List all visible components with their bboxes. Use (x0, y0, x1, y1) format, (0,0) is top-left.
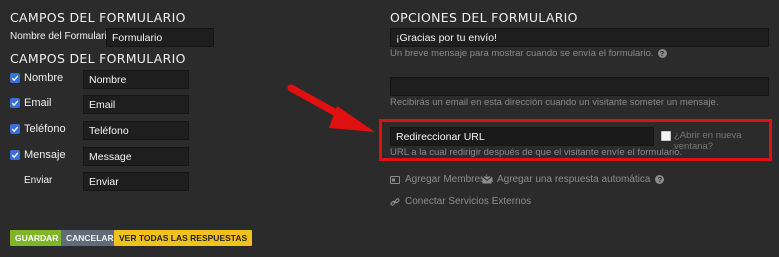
add-autoreply-label: Agregar una respuesta automática (497, 174, 651, 185)
email-help: Recibirás un email en esta dirección cua… (390, 97, 719, 108)
check-icon (11, 75, 19, 82)
redirect-help: URL a la cual redirigir después de que e… (390, 147, 683, 158)
form-name-label: Nombre del Formulario (10, 31, 113, 42)
notification-email-input[interactable] (390, 77, 769, 96)
cancel-button[interactable]: CANCELAR (61, 230, 119, 246)
field-telefono-label: Teléfono (24, 123, 66, 135)
field-mensaje-input[interactable]: Message (83, 147, 189, 166)
form-fields-subheading: CAMPOS DEL FORMULARIO (10, 51, 186, 66)
check-icon (11, 126, 19, 133)
field-mensaje-label: Mensaje (24, 149, 66, 161)
add-autoreply-link[interactable]: Agregar una respuesta automática ? (482, 174, 665, 185)
field-email-label: Email (24, 97, 52, 109)
connect-external-link[interactable]: Conectar Servicios Externos (390, 196, 531, 207)
check-icon (11, 152, 19, 159)
check-icon (11, 100, 19, 107)
add-membership-label: Agregar Membresía (405, 174, 494, 185)
field-telefono-input[interactable]: Teléfono (83, 121, 189, 140)
form-name-input[interactable]: Formulario (106, 28, 214, 47)
connect-external-label: Conectar Servicios Externos (405, 196, 532, 207)
new-window-checkbox[interactable] (661, 131, 671, 141)
new-window-label: ¿Abrir en nueva ventana? (674, 130, 742, 152)
field-email-checkbox[interactable] (10, 98, 20, 108)
redirect-url-input[interactable]: Redireccionar URL (390, 127, 654, 146)
field-nombre-label: Nombre (24, 72, 64, 84)
thanks-help-text: Un breve mensaje para mostrar cuando se … (390, 48, 654, 59)
field-enviar-label: Enviar (24, 175, 53, 186)
add-membership-link[interactable]: Agregar Membresía (390, 174, 493, 185)
save-button[interactable]: GUARDAR (10, 230, 64, 246)
field-enviar-input[interactable]: Enviar (83, 172, 189, 191)
thanks-message-input[interactable]: ¡Gracias por tu envío! (390, 28, 769, 47)
field-mensaje-checkbox[interactable] (10, 150, 20, 160)
id-card-icon (390, 175, 400, 184)
envelope-icon (482, 175, 492, 183)
field-nombre-checkbox[interactable] (10, 73, 20, 83)
annotation-arrow-icon (287, 84, 375, 132)
form-options-heading: OPCIONES DEL FORMULARIO (390, 10, 578, 25)
field-nombre-input[interactable]: Nombre (83, 70, 189, 89)
field-telefono-checkbox[interactable] (10, 124, 20, 134)
help-icon[interactable]: ? (657, 48, 667, 58)
form-fields-heading: CAMPOS DEL FORMULARIO (10, 10, 186, 25)
thanks-message-help: Un breve mensaje para mostrar cuando se … (390, 48, 667, 59)
help-icon[interactable]: ? (655, 175, 665, 184)
field-email-input[interactable]: Email (83, 95, 189, 114)
link-icon (390, 197, 400, 206)
view-all-responses-button[interactable]: VER TODAS LAS RESPUESTAS (114, 230, 253, 246)
